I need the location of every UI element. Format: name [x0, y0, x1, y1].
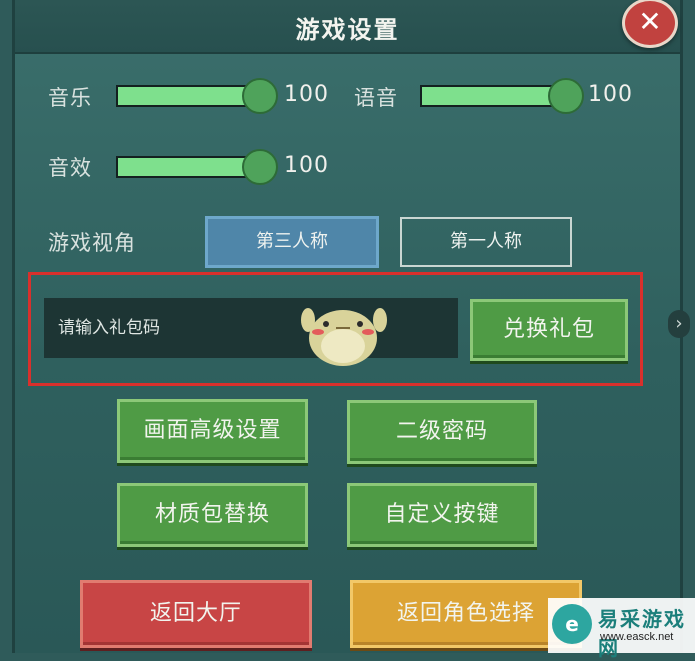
redeem-gift-button[interactable]: 兑换礼包: [470, 299, 628, 361]
page-title: 游戏设置: [295, 16, 400, 44]
watermark-url: www.easck.net: [600, 631, 674, 643]
watermark-logo-icon: e: [552, 604, 592, 644]
view-label: 游戏视角: [48, 231, 136, 255]
music-label: 音乐: [48, 86, 92, 110]
mascot-icon: [301, 308, 387, 366]
sfx-slider[interactable]: [116, 149, 278, 185]
return-lobby-button[interactable]: 返回大厅: [80, 580, 312, 648]
secondary-password-button[interactable]: 二级密码: [347, 400, 537, 464]
music-value: 100: [284, 82, 329, 107]
tab-third-person[interactable]: 第三人称: [205, 216, 379, 268]
voice-slider-knob[interactable]: [548, 78, 584, 114]
advanced-graphics-button[interactable]: 画面高级设置: [117, 399, 308, 463]
voice-label: 语音: [354, 86, 398, 110]
sfx-label: 音效: [48, 156, 92, 180]
watermark: e 易采游戏网 www.easck.net: [548, 598, 695, 660]
texture-pack-button[interactable]: 材质包替换: [117, 483, 308, 547]
music-slider[interactable]: [116, 78, 278, 114]
tab-first-person[interactable]: 第一人称: [400, 217, 572, 267]
sfx-value: 100: [284, 153, 329, 178]
custom-keys-button[interactable]: 自定义按键: [347, 483, 537, 547]
gift-code-input[interactable]: 请输入礼包码: [44, 298, 458, 358]
sfx-slider-knob[interactable]: [242, 149, 278, 185]
close-x-icon[interactable]: ✕: [622, 0, 678, 48]
music-slider-knob[interactable]: [242, 78, 278, 114]
chevron-right-icon[interactable]: ›: [668, 310, 690, 338]
title-bar: 游戏设置: [15, 0, 680, 54]
voice-slider[interactable]: [420, 78, 584, 114]
voice-value: 100: [588, 82, 633, 107]
